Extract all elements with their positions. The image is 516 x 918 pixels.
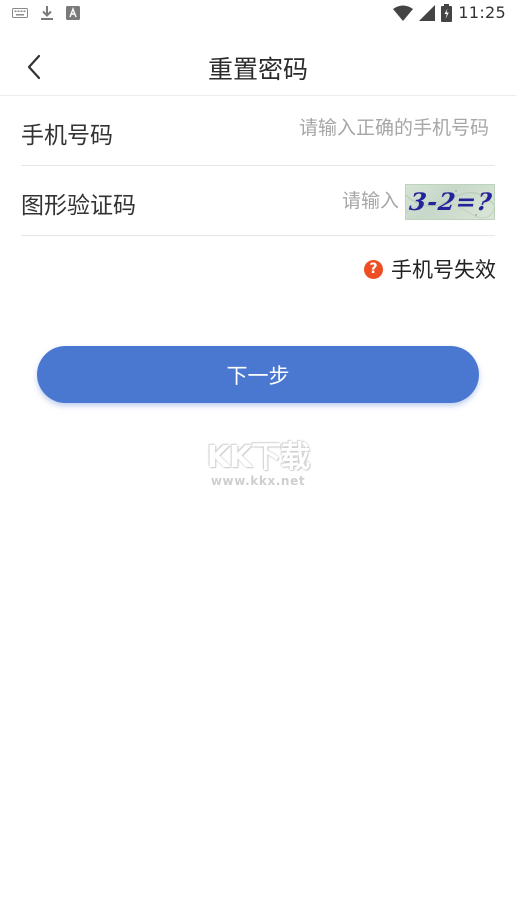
keyboard-icon [12, 8, 28, 18]
next-step-button[interactable]: 下一步 [37, 346, 479, 403]
watermark-url: www.kkx.net [210, 474, 306, 488]
phone-invalid-label: 手机号失效 [391, 258, 496, 282]
phone-row: 手机号码 [21, 96, 495, 166]
captcha-input[interactable] [289, 190, 399, 212]
watermark-logo: KK下载 [206, 440, 311, 475]
phone-input[interactable] [229, 117, 489, 139]
status-left-icons [12, 5, 80, 21]
signal-icon [419, 4, 436, 21]
captcha-label: 图形验证码 [21, 193, 136, 219]
captcha-row: 图形验证码 3-2=? [21, 166, 495, 236]
phone-invalid-link[interactable]: ? 手机号失效 [364, 254, 496, 284]
status-clock: 11:25 [458, 3, 506, 22]
phone-label: 手机号码 [21, 123, 113, 149]
watermark: KK下载 www.kkx.net [198, 432, 318, 492]
nav-bar: 重置密码 [0, 38, 516, 96]
download-icon [41, 6, 53, 20]
status-right-icons: 11:25 [393, 3, 506, 22]
battery-icon [441, 3, 453, 22]
status-bar: 11:25 [0, 0, 516, 28]
question-circle-icon: ? [364, 259, 383, 279]
page-title: 重置密码 [207, 55, 308, 84]
wifi-icon [393, 5, 414, 21]
captcha-text: 3-2=? [407, 187, 495, 216]
font-icon [66, 6, 80, 20]
captcha-image[interactable]: 3-2=? [405, 184, 495, 220]
